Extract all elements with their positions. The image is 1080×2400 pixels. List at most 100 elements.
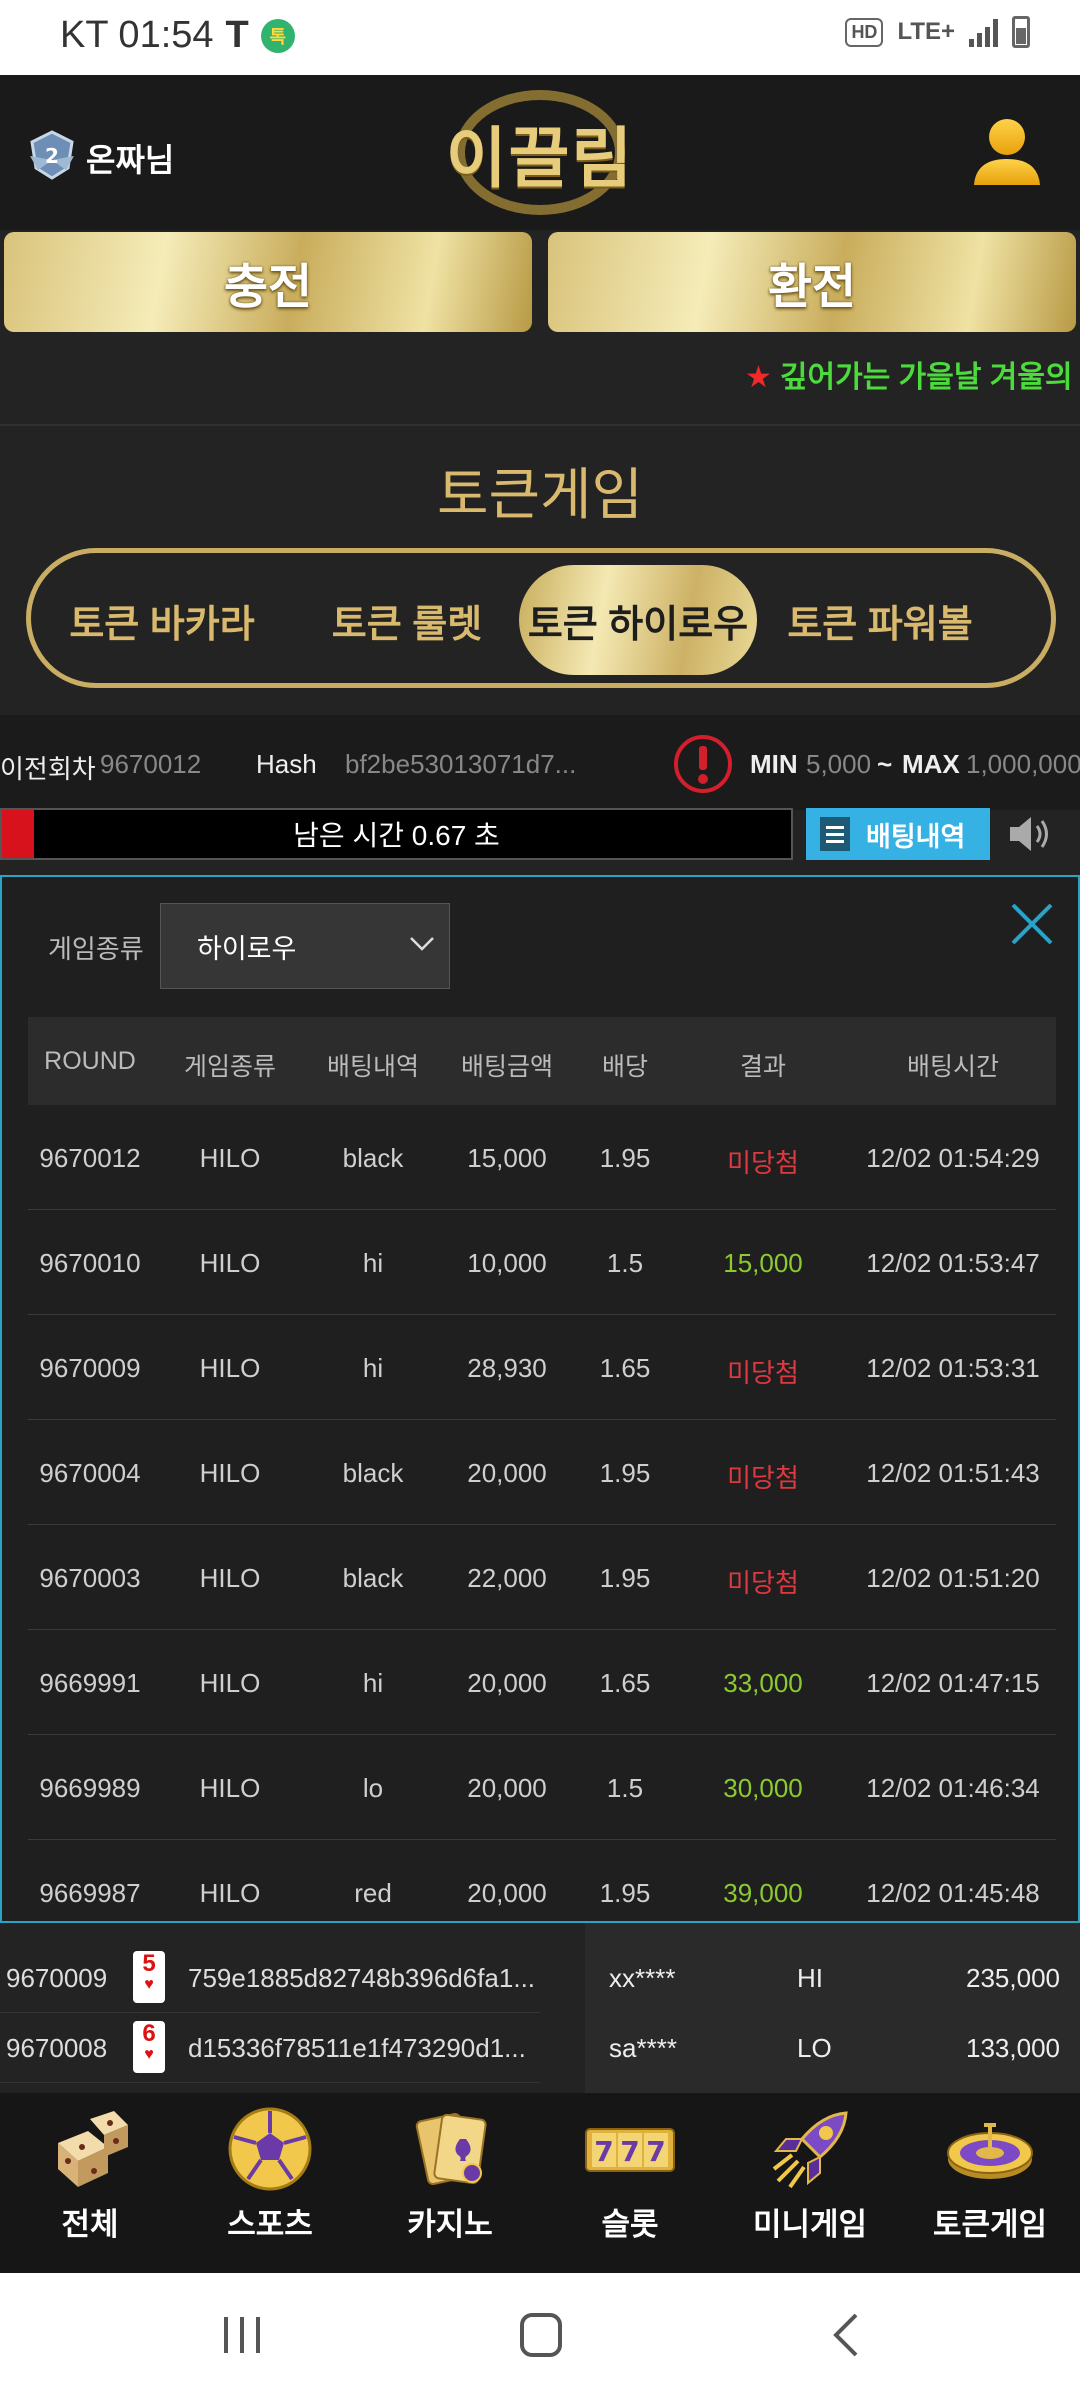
table-row: 9670010 HILO hi 10,000 1.5 15,000 12/02 01:53:… bbox=[28, 1210, 1056, 1315]
card-icon: 5 ♥ bbox=[133, 1951, 165, 2003]
bettor-amount: 235,000 bbox=[966, 1963, 1060, 1993]
col-odds: 배당 bbox=[601, 1053, 649, 1081]
cell-bet-choice: black bbox=[342, 1563, 404, 1593]
cell-round: 9669991 bbox=[39, 1668, 141, 1698]
cell-game-type: HILO bbox=[199, 1248, 261, 1278]
nav-slot[interactable]: 7 7 7 슬롯 bbox=[540, 2093, 720, 2273]
back-icon[interactable] bbox=[826, 2311, 866, 2359]
timer-bar: 남은 시간 0.67 초 bbox=[0, 808, 793, 860]
cell-bet-choice: black bbox=[342, 1458, 404, 1488]
speaker-icon[interactable] bbox=[1006, 812, 1054, 856]
bet-history-label: 배팅내역 bbox=[866, 821, 966, 852]
tab-token-roulette[interactable]: 토큰 룰렛 bbox=[289, 565, 525, 675]
exchange-button[interactable]: 환전 bbox=[548, 232, 1076, 332]
cell-bet-time: 12/02 01:54:29 bbox=[866, 1143, 1040, 1173]
recent-apps-icon[interactable] bbox=[220, 2313, 264, 2357]
close-icon[interactable] bbox=[1007, 899, 1057, 949]
tab-token-powerball[interactable]: 토큰 파워볼 bbox=[757, 565, 1003, 675]
round-info-bar: 이전회차 9670012 Hash bf2be53013071d7... MIN… bbox=[0, 715, 1080, 810]
roulette-icon bbox=[947, 2123, 1033, 2179]
app-header: 2 온짜님 이끌림 bbox=[0, 75, 1080, 230]
alert-icon[interactable] bbox=[672, 733, 734, 795]
card-number: 5 bbox=[142, 1950, 156, 1977]
live-bets-panel: xx**** HI 235,000 sa**** LO 133,000 bbox=[585, 1923, 1080, 2093]
cell-game-type: HILO bbox=[199, 1668, 261, 1698]
cell-bet-time: 12/02 01:51:43 bbox=[866, 1458, 1040, 1488]
cell-bet-amount: 20,000 bbox=[467, 1878, 547, 1908]
cell-bet-amount: 20,000 bbox=[467, 1458, 547, 1488]
tab-token-hilo[interactable]: 토큰 하이로우 bbox=[519, 565, 757, 675]
tab-token-baccarat[interactable]: 토큰 바카라 bbox=[39, 565, 285, 675]
col-game-type: 게임종류 bbox=[183, 1053, 277, 1081]
col-bet-choice: 배팅내역 bbox=[326, 1053, 420, 1081]
signal-icon bbox=[969, 17, 998, 47]
hd-voice-icon: HD bbox=[845, 17, 884, 47]
star-icon: ★ bbox=[745, 361, 772, 394]
home-icon[interactable] bbox=[518, 2311, 564, 2359]
cell-result: 30,000 bbox=[723, 1773, 803, 1803]
notice-marquee: ★ 깊어가는 가을날 겨울의 bbox=[745, 352, 1073, 396]
range-tilde: ~ bbox=[877, 749, 893, 779]
table-header: ROUND 게임종류 배팅내역 배팅금액 배당 결과 배팅시간 bbox=[28, 1017, 1056, 1105]
charge-button[interactable]: 충전 bbox=[4, 232, 532, 332]
game-tabs: 토큰 바카라 토큰 룰렛 토큰 하이로우 토큰 파워볼 bbox=[26, 548, 1056, 688]
nav-all[interactable]: 전체 bbox=[0, 2093, 180, 2273]
history-round: 9670009 bbox=[6, 1963, 108, 1993]
cell-game-type: HILO bbox=[199, 1878, 261, 1908]
nav-sports[interactable]: 스포츠 bbox=[180, 2093, 360, 2273]
cell-result: 39,000 bbox=[723, 1878, 803, 1908]
cell-bet-amount: 10,000 bbox=[467, 1248, 547, 1278]
list-item: 9670008 6 ♥ d15336f78511e1f473290d1... bbox=[0, 2013, 540, 2083]
bettor-name: sa**** bbox=[609, 2033, 677, 2063]
cell-round: 9670010 bbox=[39, 1248, 141, 1278]
min-label: MIN bbox=[750, 749, 798, 779]
min-value: 5,000 bbox=[806, 749, 872, 779]
dice-icon bbox=[58, 2111, 128, 2187]
level-badge-icon[interactable]: 2 bbox=[26, 130, 78, 180]
notice-text: 깊어가는 가을날 겨울의 bbox=[779, 361, 1073, 394]
level-number: 2 bbox=[45, 144, 59, 168]
bet-history-button[interactable]: 배팅내역 bbox=[806, 808, 990, 860]
bettor-name: xx**** bbox=[609, 1963, 676, 1993]
t-icon: T bbox=[225, 14, 249, 56]
cell-bet-time: 12/02 01:46:34 bbox=[866, 1773, 1040, 1803]
user-name[interactable]: 온짜님 bbox=[86, 135, 174, 181]
max-label: MAX bbox=[902, 749, 960, 779]
cell-bet-time: 12/02 01:53:31 bbox=[866, 1353, 1040, 1383]
cell-odds: 1.5 bbox=[606, 1773, 644, 1803]
cell-game-type: HILO bbox=[199, 1563, 261, 1593]
table-row: 9669989 HILO lo 20,000 1.5 30,000 12/02 01:46:… bbox=[28, 1735, 1056, 1840]
game-type-value: 하이로우 bbox=[197, 933, 297, 964]
history-round: 9670008 bbox=[6, 2033, 108, 2063]
nav-casino[interactable]: 카지노 bbox=[360, 2093, 540, 2273]
nav-minigame[interactable]: 미니게임 bbox=[720, 2093, 900, 2273]
table-row: 9670003 HILO black 22,000 1.95 미당첨 12/02 01:51… bbox=[28, 1525, 1056, 1630]
soccer-ball-icon bbox=[228, 2107, 312, 2191]
max-value: 1,000,000 bbox=[966, 749, 1080, 779]
carrier-time: KT 01:54 bbox=[60, 14, 214, 56]
cell-bet-choice: red bbox=[354, 1878, 392, 1908]
cell-odds: 1.95 bbox=[599, 1563, 651, 1593]
cell-bet-amount: 20,000 bbox=[467, 1668, 547, 1698]
nav-tokengame[interactable]: 토큰게임 bbox=[900, 2093, 1080, 2273]
cell-bet-amount: 15,000 bbox=[467, 1143, 547, 1173]
nav-label: 슬롯 bbox=[601, 2207, 659, 2242]
cell-result: 미당첨 bbox=[727, 1463, 799, 1493]
cell-bet-amount: 22,000 bbox=[467, 1563, 547, 1593]
nav-label: 카지노 bbox=[407, 2207, 493, 2242]
list-item: 9670009 5 ♥ 759e1885d82748b396d6fa1... bbox=[0, 1943, 540, 2013]
bettor-pick: LO bbox=[797, 2033, 832, 2063]
profile-icon[interactable] bbox=[970, 115, 1044, 195]
cell-bet-time: 12/02 01:45:48 bbox=[866, 1878, 1040, 1908]
cell-game-type: HILO bbox=[199, 1143, 261, 1173]
site-logo[interactable]: 이끌림 bbox=[440, 85, 640, 220]
kakao-talk-icon: 톡 bbox=[260, 18, 295, 53]
prev-round-label: 이전회차 bbox=[0, 754, 96, 784]
game-type-select[interactable]: 하이로우 bbox=[160, 903, 450, 989]
divider bbox=[0, 424, 1080, 426]
cell-odds: 1.5 bbox=[606, 1248, 644, 1278]
cell-bet-choice: lo bbox=[362, 1773, 384, 1803]
cell-result: 미당첨 bbox=[727, 1358, 799, 1388]
col-bet-time: 배팅시간 bbox=[906, 1053, 1000, 1081]
cell-result: 33,000 bbox=[723, 1668, 803, 1698]
